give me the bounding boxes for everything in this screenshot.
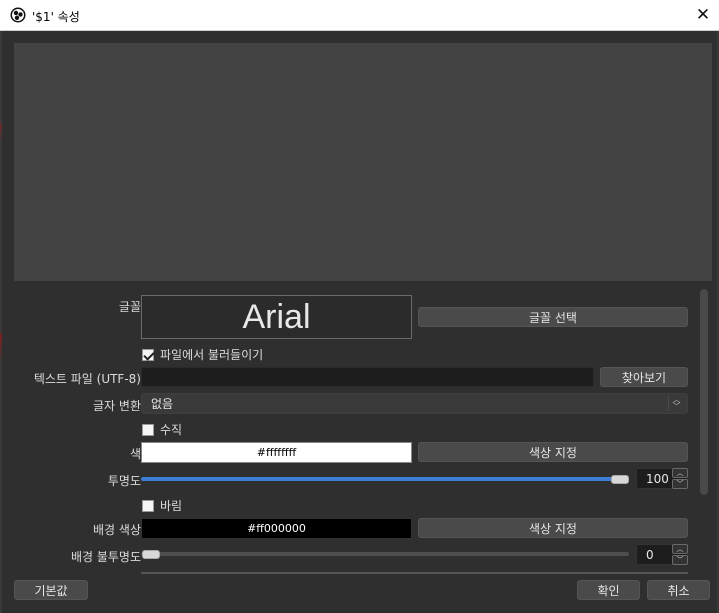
- gradient-label: 바림: [160, 499, 183, 513]
- cancel-button[interactable]: 취소: [647, 580, 710, 600]
- opacity-value: 100: [646, 472, 669, 486]
- bg-opacity-value: 0: [646, 548, 654, 562]
- bg-color-label: 배경 색상: [93, 523, 141, 537]
- checkbox-unchecked[interactable]: [142, 499, 154, 512]
- updown-arrows-icon: ︿ ﹀: [668, 396, 684, 411]
- color-value: #ffffffff: [256, 446, 297, 459]
- vertical-checkbox[interactable]: 수직: [142, 421, 182, 438]
- checkbox-checked[interactable]: [142, 348, 154, 361]
- text-file-label: 텍스트 파일 (UTF-8): [33, 372, 141, 386]
- color-swatch: #ffffffff: [141, 442, 412, 463]
- text-transform-value: 없음: [151, 397, 174, 411]
- window-title: '$1' 속성: [32, 10, 80, 24]
- source-preview: [14, 43, 712, 281]
- obs-logo-icon: [10, 7, 26, 23]
- bg-opacity-slider[interactable]: [141, 552, 629, 556]
- chevron-up-icon[interactable]: ︿: [672, 544, 688, 554]
- close-icon[interactable]: ✕: [687, 0, 719, 30]
- title-bar: '$1' 속성 ✕: [0, 0, 719, 31]
- defaults-button[interactable]: 기본값: [14, 580, 88, 600]
- bg-opacity-slider-handle[interactable]: [142, 550, 160, 559]
- chevron-down-icon[interactable]: ﹀: [672, 555, 688, 565]
- vertical-label: 수직: [160, 423, 183, 437]
- font-label: 글꼴: [118, 300, 141, 314]
- select-font-button[interactable]: 글꼴 선택: [418, 307, 688, 327]
- bg-color-swatch: #ff000000: [141, 518, 412, 539]
- font-preview-text: Arial: [242, 297, 311, 336]
- read-from-file-checkbox[interactable]: 파일에서 불러들이기: [142, 346, 263, 363]
- chevron-up-icon[interactable]: ︿: [672, 468, 688, 478]
- bg-opacity-label: 배경 불투명도: [70, 550, 141, 564]
- color-label: 색: [129, 447, 141, 461]
- read-from-file-label: 파일에서 불러들이기: [160, 348, 264, 362]
- next-field-edge: [141, 572, 688, 574]
- properties-scrollbar[interactable]: [700, 289, 708, 495]
- chevron-down-icon[interactable]: ﹀: [672, 479, 688, 489]
- opacity-slider-handle[interactable]: [611, 475, 629, 484]
- text-file-input[interactable]: [141, 367, 594, 387]
- ok-button[interactable]: 확인: [577, 580, 640, 600]
- font-preview: Arial: [141, 295, 412, 339]
- set-bg-color-button[interactable]: 색상 지정: [418, 518, 688, 538]
- opacity-slider[interactable]: [141, 477, 629, 481]
- bg-color-value: #ff000000: [247, 522, 306, 535]
- set-color-button[interactable]: 색상 지정: [418, 442, 688, 462]
- text-transform-select[interactable]: 없음 ︿ ﹀: [141, 393, 688, 414]
- checkbox-unchecked[interactable]: [142, 423, 154, 436]
- opacity-stepper[interactable]: ︿ ﹀: [672, 468, 688, 489]
- browse-button[interactable]: 찾아보기: [600, 367, 688, 387]
- opacity-label: 투명도: [107, 474, 141, 488]
- bg-opacity-stepper[interactable]: ︿ ﹀: [672, 544, 688, 565]
- text-transform-label: 글자 변환: [93, 399, 141, 413]
- gradient-checkbox[interactable]: 바림: [142, 497, 182, 514]
